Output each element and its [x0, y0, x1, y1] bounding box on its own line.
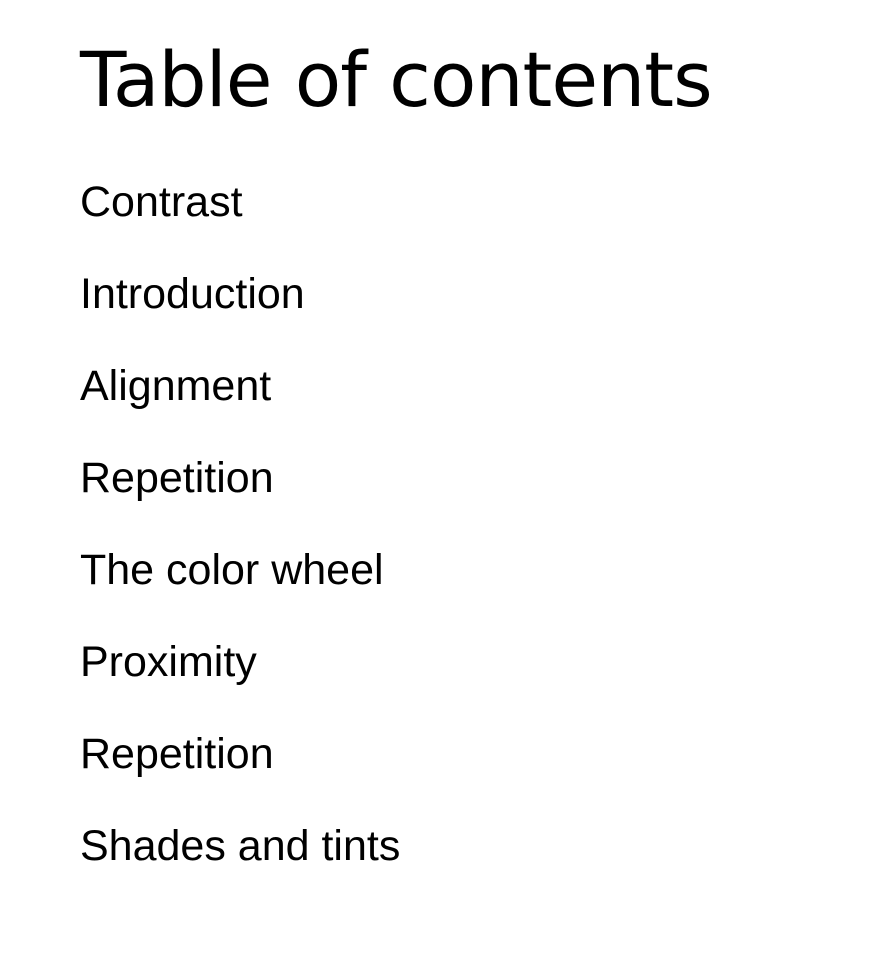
toc-item-introduction[interactable]: Introduction	[80, 266, 400, 358]
toc-item-proximity[interactable]: Proximity	[80, 634, 400, 726]
toc-item-shades-and-tints[interactable]: Shades and tints	[80, 818, 400, 910]
page-title: Table of contents	[80, 35, 713, 124]
toc-item-contrast[interactable]: Contrast	[80, 174, 400, 266]
toc-page: Table of contents Contrast Introduction …	[80, 0, 860, 980]
toc-item-alignment[interactable]: Alignment	[80, 358, 400, 450]
toc-item-repetition[interactable]: Repetition	[80, 450, 400, 542]
toc-item-repetition-2[interactable]: Repetition	[80, 726, 400, 818]
toc-list: Contrast Introduction Alignment Repetiti…	[80, 174, 400, 910]
toc-item-the-color-wheel[interactable]: The color wheel	[80, 542, 400, 634]
